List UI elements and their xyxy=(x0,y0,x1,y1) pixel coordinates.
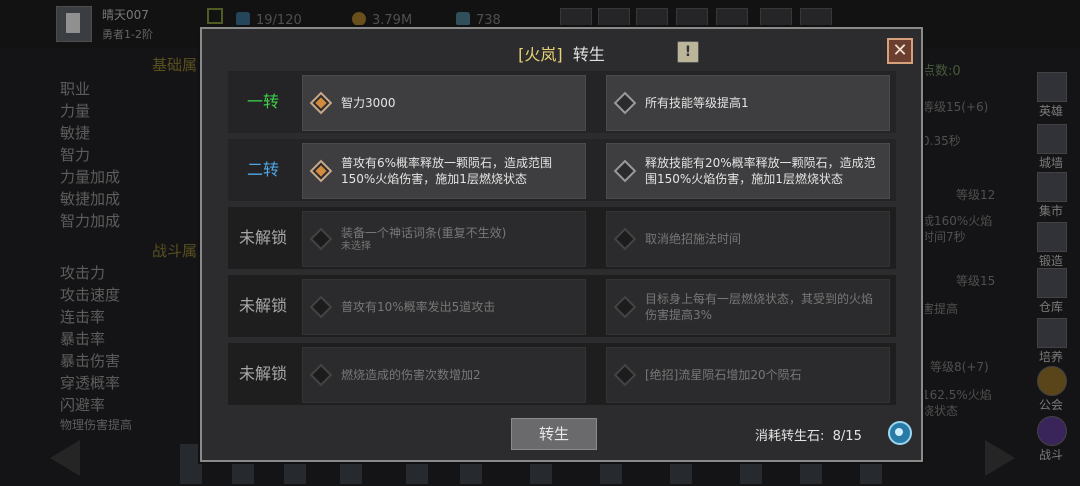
class-name: 火岚 xyxy=(524,45,557,64)
attr-label: 攻击力 xyxy=(60,264,106,282)
rebirth-option[interactable]: 释放技能有20%概率释放一颗陨石，造成范围150%火焰伤害，施加1层燃烧状态 xyxy=(606,143,890,199)
hero-sprite xyxy=(180,444,202,484)
anvil-icon xyxy=(1037,222,1067,252)
rebirth-tier-label: 未解锁 xyxy=(238,296,287,315)
rebirth-option: 目标身上每有一层燃烧状态，其受到的火焰伤害提高3% xyxy=(606,279,890,335)
option-status: 未选择 xyxy=(341,241,371,252)
skill-info: 0.35秒 xyxy=(922,134,961,148)
cost-value: 8/15 xyxy=(832,429,862,444)
diamond-icon xyxy=(613,295,637,319)
attr-label: 攻击速度 xyxy=(60,286,121,304)
diamond-icon xyxy=(309,227,333,251)
side-menu-wall[interactable]: 城墙 xyxy=(1030,122,1072,174)
attr-label: 穿透概率 xyxy=(60,374,121,392)
attr-label: 连击率 xyxy=(60,308,106,326)
stat-capacity: 19/120 xyxy=(236,12,302,28)
rebirth-cost: 消耗转生石: 8/15 xyxy=(755,425,862,444)
attr-label: 力量加成 xyxy=(60,168,121,186)
attr-label: 职业 xyxy=(60,80,91,98)
diamond-icon xyxy=(613,91,637,115)
rebirth-tier-label: 二转 xyxy=(246,160,279,179)
capacity-icon xyxy=(236,12,250,26)
rebirth-option: [绝招]流星陨石增加20个陨石 xyxy=(606,347,890,403)
side-menu-guild[interactable]: 公会 xyxy=(1030,364,1072,416)
rebirth-row-locked: 未解锁 普攻有10%概率发出5道攻击 目标身上每有一层燃烧状态，其受到的火焰伤害… xyxy=(228,275,896,337)
hero-icon xyxy=(1037,72,1067,102)
rebirth-tier-label: 一转 xyxy=(246,92,279,111)
side-menu-train[interactable]: 培养 xyxy=(1030,316,1072,368)
dialog-title: [火岚] 转生 xyxy=(518,45,605,64)
rebirth-option[interactable]: 智力3000 xyxy=(302,75,586,131)
gold-icon xyxy=(352,12,366,26)
chest-icon xyxy=(1037,268,1067,298)
skill-info: 烧状态 xyxy=(922,404,959,418)
diamond-icon xyxy=(309,363,333,387)
attr-label: 力量 xyxy=(60,102,91,120)
attr-label: 物理伤害提高 xyxy=(60,418,133,432)
guild-icon xyxy=(1037,366,1067,396)
rebirth-row-locked: 未解锁 装备一个神话词条(重复不生效) 未选择 取消绝招施法时间 xyxy=(228,207,896,269)
skill-info: 等级15(+6) xyxy=(922,100,989,114)
scroll-right-arrow-icon[interactable] xyxy=(985,440,1015,476)
rebirth-option: 普攻有10%概率发出5道攻击 xyxy=(302,279,586,335)
rebirth-row: 一转 智力3000 所有技能等级提高1 xyxy=(228,71,896,133)
rebirth-row-locked: 未解锁 燃烧造成的伤害次数增加2 [绝招]流星陨石增加20个陨石 xyxy=(228,343,896,405)
attr-label: 智力加成 xyxy=(60,212,121,230)
side-menu-storage[interactable]: 仓库 xyxy=(1030,266,1072,318)
rebirth-button[interactable]: 转生 xyxy=(511,418,597,450)
attribute-panel: 基础属 战斗属 职业 力量 敏捷 智力 力量加成 敏捷加成 智力加成 攻击力 攻… xyxy=(56,50,206,486)
cost-label: 消耗转生石: xyxy=(755,429,825,444)
skill-info: 等级8(+7) xyxy=(930,360,989,374)
attr-label: 敏捷 xyxy=(60,124,91,142)
train-icon xyxy=(1037,318,1067,348)
rebirth-option: 装备一个神话词条(重复不生效) 未选择 xyxy=(302,211,586,267)
side-menu-battle[interactable]: 战斗 xyxy=(1030,414,1072,466)
diamond-icon xyxy=(613,227,637,251)
attr-label: 暴击伤害 xyxy=(60,352,121,370)
side-menu-forge[interactable]: 锻造 xyxy=(1030,220,1072,272)
player-name: 晴天007 xyxy=(102,8,149,22)
player-avatar[interactable] xyxy=(56,6,92,42)
selected-diamond-icon xyxy=(309,91,333,115)
rebirth-tier-label: 未解锁 xyxy=(238,364,287,383)
rebirth-option: 燃烧造成的伤害次数增加2 xyxy=(302,347,586,403)
diamond-icon xyxy=(309,295,333,319)
selected-diamond-icon xyxy=(309,159,333,183)
dialog-title-text: 转生 xyxy=(572,45,605,64)
stat-gold: 3.79M xyxy=(352,12,412,28)
help-icon[interactable]: ! xyxy=(677,41,699,63)
wall-icon xyxy=(1037,124,1067,154)
attr-label: 智力 xyxy=(60,146,91,164)
rebirth-option: 取消绝招施法时间 xyxy=(606,211,890,267)
edit-icon[interactable] xyxy=(207,8,223,24)
rebirth-stone-icon xyxy=(888,421,912,445)
section-basic: 基础属 xyxy=(152,56,198,74)
rebirth-row: 二转 普攻有6%概率释放一颗陨石，造成范围150%火焰伤害，施加1层燃烧状态 释… xyxy=(228,139,896,201)
attr-label: 暴击率 xyxy=(60,330,106,348)
rebirth-dialog: [火岚] 转生 ! ✕ 一转 智力3000 所有技能等级提高1 二转 普攻有6%… xyxy=(200,27,923,462)
skill-info: 162.5%火焰 xyxy=(922,388,992,402)
side-menu-market[interactable]: 集市 xyxy=(1030,170,1072,222)
skill-points: 点数:0 xyxy=(922,64,961,79)
section-battle: 战斗属 xyxy=(152,242,198,260)
skill-info: 时间7秒 xyxy=(922,230,966,244)
player-rank: 勇者1-2阶 xyxy=(102,28,153,41)
scroll-left-arrow-icon[interactable] xyxy=(50,440,80,476)
rebirth-option[interactable]: 普攻有6%概率释放一颗陨石，造成范围150%火焰伤害，施加1层燃烧状态 xyxy=(302,143,586,199)
diamond-icon xyxy=(456,12,470,26)
portal-icon xyxy=(1037,416,1067,446)
skill-info: 成160%火焰 xyxy=(922,214,993,228)
attr-label: 敏捷加成 xyxy=(60,190,121,208)
stat-diamond: 738 xyxy=(456,12,501,28)
market-icon xyxy=(1037,172,1067,202)
skill-info: 害提高 xyxy=(922,302,959,316)
close-button[interactable]: ✕ xyxy=(887,38,913,64)
rebirth-tier-label: 未解锁 xyxy=(238,228,287,247)
attr-label: 闪避率 xyxy=(60,396,106,414)
diamond-icon xyxy=(613,159,637,183)
side-menu-hero[interactable]: 英雄 xyxy=(1030,70,1072,122)
diamond-icon xyxy=(613,363,637,387)
rebirth-option[interactable]: 所有技能等级提高1 xyxy=(606,75,890,131)
